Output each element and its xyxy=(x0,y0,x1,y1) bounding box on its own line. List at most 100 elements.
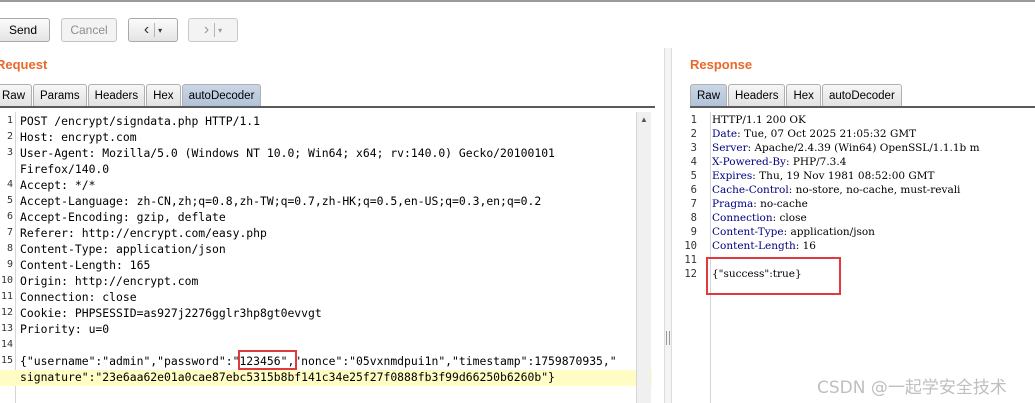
request-line-text: Host: encrypt.com xyxy=(20,130,137,144)
request-line-text: Accept-Language: zh-CN,zh;q=0.8,zh-TW;q=… xyxy=(20,194,542,208)
request-tab-params[interactable]: Params xyxy=(33,84,87,106)
line-number: 8 xyxy=(6,243,13,254)
line-number: 8 xyxy=(690,212,697,224)
response-tab-headers[interactable]: Headers xyxy=(728,84,786,106)
header-name: Pragma xyxy=(712,198,754,210)
request-line: Firefox/140.0 xyxy=(0,162,652,178)
splitter-grip-icon xyxy=(666,331,670,345)
chevron-left-icon: ‹ xyxy=(143,21,150,38)
line-number: 3 xyxy=(6,147,13,158)
header-value: : 16 xyxy=(795,240,816,252)
response-tab-hex[interactable]: Hex xyxy=(786,84,821,106)
line-number: 1 xyxy=(6,115,13,126)
request-line-text: User-Agent: Mozilla/5.0 (Windows NT 10.0… xyxy=(20,146,555,160)
request-tab-raw[interactable]: Raw xyxy=(0,84,33,106)
response-line: 2 Date: Tue, 07 Oct 2025 21:05:32 GMT xyxy=(680,128,1035,142)
header-name: X-Powered-By xyxy=(712,156,786,168)
response-line-text: Server: Apache/2.4.39 (Win64) OpenSSL/1.… xyxy=(712,142,980,154)
pane-splitter[interactable] xyxy=(664,48,672,403)
request-line-text: Connection: close xyxy=(20,290,137,304)
response-tab-raw[interactable]: Raw xyxy=(690,84,728,106)
response-tab-underline xyxy=(690,106,1035,108)
chevron-down-icon[interactable]: ▾ xyxy=(218,26,222,35)
forward-button[interactable]: › ▾ xyxy=(188,18,238,42)
request-line-text: Accept-Encoding: gzip, deflate xyxy=(20,210,226,224)
response-line: 8 Connection: close xyxy=(680,212,1035,226)
request-tabs: Raw Params Headers Hex autoDecoder xyxy=(0,84,262,107)
response-line: 4 X-Powered-By: PHP/7.3.4 xyxy=(680,156,1035,170)
header-name: Cache-Control xyxy=(712,184,789,196)
line-number: 11 xyxy=(684,254,697,266)
top-border xyxy=(0,0,1035,2)
request-tab-autodecoder[interactable]: autoDecoder xyxy=(181,84,262,106)
password-highlight-box xyxy=(238,350,297,370)
response-line-text: Content-Length: 16 xyxy=(712,240,816,252)
request-line: 6 Accept-Encoding: gzip, deflate xyxy=(0,210,652,226)
request-line-text: Cookie: PHPSESSID=as927j2276gglr3hp8gt0e… xyxy=(20,306,322,320)
header-value: : no-store, no-cache, must-revali xyxy=(788,184,961,196)
request-scrollbar[interactable]: ▲ xyxy=(636,112,651,403)
line-number: 13 xyxy=(0,323,13,334)
line-number: 7 xyxy=(690,198,697,210)
line-number: 14 xyxy=(0,339,13,350)
response-line-text: Date: Tue, 07 Oct 2025 21:05:32 GMT xyxy=(712,128,916,140)
request-line-text: Firefox/140.0 xyxy=(20,162,110,176)
send-button[interactable]: Send xyxy=(0,18,50,42)
cancel-button[interactable]: Cancel xyxy=(61,18,117,42)
line-number: 9 xyxy=(690,226,697,238)
header-name: Connection xyxy=(712,212,773,224)
request-line: 5 Accept-Language: zh-CN,zh;q=0.8,zh-TW;q… xyxy=(0,194,652,210)
request-tab-hex[interactable]: Hex xyxy=(146,84,181,106)
line-number: 10 xyxy=(684,240,697,252)
response-line: 7 Pragma: no-cache xyxy=(680,198,1035,212)
response-line: 5 Expires: Thu, 19 Nov 1981 08:52:00 GMT xyxy=(680,170,1035,184)
response-line-text: Connection: close xyxy=(712,212,807,224)
request-line: 11 Connection: close xyxy=(0,290,652,306)
request-tab-underline xyxy=(0,106,655,108)
request-line-text: Content-Type: application/json xyxy=(20,242,226,256)
response-line: 9 Content-Type: application/json xyxy=(680,226,1035,240)
response-line-text: HTTP/1.1 200 OK xyxy=(712,114,806,126)
request-editor[interactable]: 1 POST /encrypt/signdata.php HTTP/1.1 2 Hos… xyxy=(0,112,652,403)
response-line: 6 Cache-Control: no-store, no-cache, must… xyxy=(680,184,1035,198)
header-value: : application/json xyxy=(783,226,875,238)
request-line-text: {"username":"admin","password":"123456",… xyxy=(20,354,617,368)
success-highlight-box xyxy=(706,257,841,295)
request-line: 8 Content-Type: application/json xyxy=(0,242,652,258)
request-line: 15 {"username":"admin","password":"123456… xyxy=(0,354,652,370)
response-tab-autodecoder[interactable]: autoDecoder xyxy=(821,84,902,106)
response-line: 3 Server: Apache/2.4.39 (Win64) OpenSSL/1… xyxy=(680,142,1035,156)
header-name: Content-Length xyxy=(712,240,796,252)
chevron-down-icon[interactable]: ▾ xyxy=(158,26,162,35)
response-tabs: Raw Headers Hex autoDecoder xyxy=(690,84,903,107)
line-number: 12 xyxy=(684,268,697,280)
request-line: 13 Priority: u=0 xyxy=(0,322,652,338)
header-name: Expires xyxy=(712,170,753,182)
line-number: 4 xyxy=(690,156,697,168)
request-line: 1 POST /encrypt/signdata.php HTTP/1.1 xyxy=(0,114,652,130)
scroll-up-icon[interactable]: ▲ xyxy=(639,115,649,125)
header-name: Server xyxy=(712,142,748,154)
request-line-text: POST /encrypt/signdata.php HTTP/1.1 xyxy=(20,114,261,128)
line-number: 2 xyxy=(690,128,697,140)
line-number: 6 xyxy=(6,211,13,222)
chevron-right-icon: › xyxy=(203,21,210,38)
request-line: signature":"23e6aa62e01a0cae87ebc5315b8b… xyxy=(0,370,652,386)
line-number: 4 xyxy=(6,179,13,190)
request-line-text: Content-Length: 165 xyxy=(20,258,151,272)
request-tab-headers[interactable]: Headers xyxy=(87,84,146,106)
header-value: : Tue, 07 Oct 2025 21:05:32 GMT xyxy=(737,128,917,140)
request-line: 7 Referer: http://encrypt.com/easy.php xyxy=(0,226,652,242)
request-title: Request xyxy=(0,57,48,72)
request-line: 3 User-Agent: Mozilla/5.0 (Windows NT 10.… xyxy=(0,146,652,162)
line-number: 7 xyxy=(6,227,13,238)
response-line-text: Expires: Thu, 19 Nov 1981 08:52:00 GMT xyxy=(712,170,935,182)
request-line: 4 Accept: */* xyxy=(0,178,652,194)
header-name: Content-Type xyxy=(712,226,784,238)
line-number: 10 xyxy=(0,275,13,286)
back-button[interactable]: ‹ ▾ xyxy=(128,18,178,42)
header-value: HTTP/1.1 200 OK xyxy=(712,114,806,126)
response-line-text: Cache-Control: no-store, no-cache, must-… xyxy=(712,184,960,196)
header-value: : Thu, 19 Nov 1981 08:52:00 GMT xyxy=(752,170,935,182)
line-number: 11 xyxy=(0,291,13,302)
